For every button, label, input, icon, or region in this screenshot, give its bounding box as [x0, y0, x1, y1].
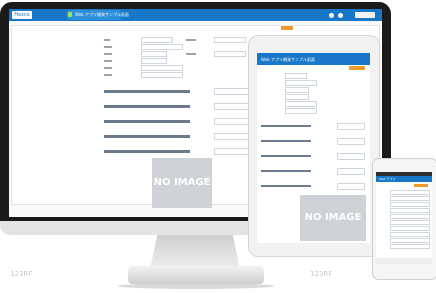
pencil-icon	[68, 12, 72, 17]
text-field[interactable]	[337, 153, 365, 160]
text-field[interactable]	[285, 87, 309, 93]
app-header-bar	[9, 9, 382, 21]
device-mockup-scene: { "app": { "logo_text": "Hexco", "title"…	[0, 0, 436, 293]
text-field[interactable]	[390, 238, 430, 243]
text-field[interactable]	[390, 226, 430, 231]
text-field[interactable]	[285, 108, 317, 114]
field-label	[104, 60, 112, 62]
checkbox-row-label[interactable]	[104, 120, 190, 123]
id-field[interactable]	[141, 37, 173, 43]
select-field[interactable]	[285, 80, 317, 86]
field-label	[186, 53, 196, 55]
checkbox-row-label[interactable]	[104, 150, 190, 153]
field-label	[104, 46, 112, 48]
info-icon[interactable]	[329, 13, 334, 18]
watermark: 123RF	[10, 270, 33, 278]
checkbox-row-label[interactable]	[104, 135, 190, 138]
field-label	[104, 67, 112, 69]
field-label	[104, 39, 110, 41]
text-field[interactable]	[337, 123, 365, 130]
text-field[interactable]	[285, 101, 317, 107]
text-field[interactable]	[337, 183, 365, 190]
checkbox-row-label[interactable]	[104, 105, 190, 108]
text-field[interactable]	[390, 190, 430, 195]
text-field[interactable]	[390, 214, 430, 219]
checkbox-row-label[interactable]	[104, 90, 190, 93]
action-button[interactable]	[281, 26, 293, 30]
text-field[interactable]	[390, 196, 430, 201]
text-field[interactable]	[285, 94, 309, 100]
text-field[interactable]	[214, 37, 246, 43]
text-field[interactable]	[390, 220, 430, 225]
no-image-placeholder: NO IMAGE	[152, 158, 212, 208]
text-field[interactable]	[337, 138, 365, 145]
text-field[interactable]	[337, 168, 365, 175]
text-field[interactable]	[390, 202, 430, 207]
app-logo[interactable]: Hexco	[12, 11, 32, 19]
id-field[interactable]	[285, 73, 307, 79]
select-field[interactable]	[141, 44, 183, 50]
field-label	[104, 74, 112, 76]
text-field[interactable]	[141, 65, 183, 71]
no-image-placeholder: NO IMAGE	[300, 195, 366, 241]
phone-app-title: Web アプリ	[379, 177, 396, 181]
user-menu[interactable]	[355, 12, 375, 18]
text-field[interactable]	[141, 58, 167, 64]
watermark: 123RF	[310, 270, 333, 278]
tablet-app-title: Web アプリ開発サンプル画面	[261, 57, 315, 62]
text-field[interactable]	[390, 208, 430, 213]
text-field[interactable]	[390, 232, 430, 237]
text-field[interactable]	[390, 244, 430, 249]
action-button[interactable]	[414, 184, 428, 187]
monitor-stand	[150, 235, 240, 269]
phone-nav-bar	[376, 258, 432, 264]
monitor-stand-base	[128, 266, 264, 284]
home-icon[interactable]	[338, 13, 343, 18]
text-field[interactable]	[141, 72, 183, 78]
checkbox-row-label[interactable]	[261, 185, 311, 187]
app-title: Web アプリ開発サンプル画面	[75, 12, 129, 17]
action-button[interactable]	[349, 66, 365, 70]
text-field[interactable]	[141, 51, 167, 57]
field-label	[104, 53, 112, 55]
checkbox-row-label[interactable]	[261, 125, 311, 127]
checkbox-row-label[interactable]	[261, 140, 311, 142]
field-label	[186, 39, 196, 41]
phone-screen: Web アプリ	[376, 172, 432, 264]
checkbox-row-label[interactable]	[261, 155, 311, 157]
text-field[interactable]	[214, 51, 246, 57]
tablet-screen: Web アプリ開発サンプル画面 NO IMAGE	[257, 53, 370, 243]
checkbox-row-label[interactable]	[261, 170, 311, 172]
